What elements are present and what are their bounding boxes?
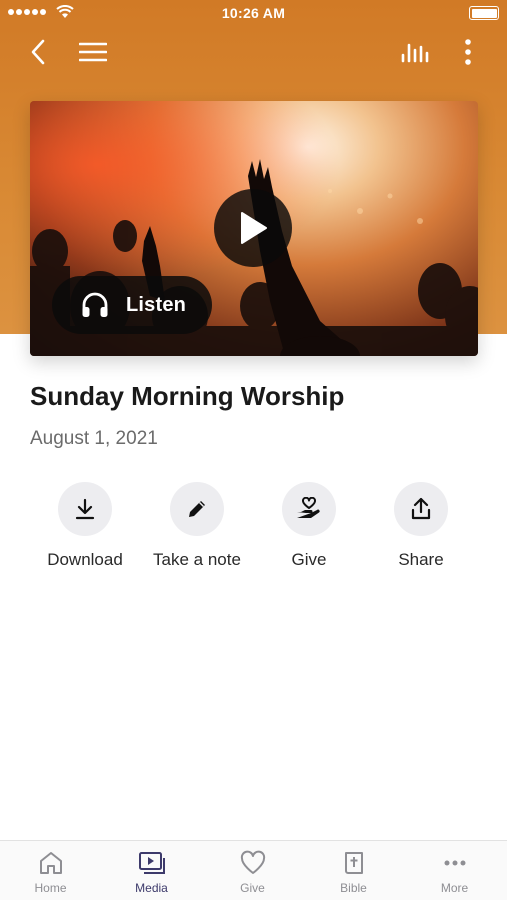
share-label: Share [398, 550, 444, 569]
tab-media[interactable]: Media [101, 841, 202, 900]
tab-home[interactable]: Home [0, 841, 101, 900]
tab-give-label: Give [240, 881, 265, 895]
menu-button[interactable] [76, 37, 110, 67]
listen-button[interactable]: Listen [52, 276, 212, 334]
give-label: Give [291, 550, 327, 569]
share-icon [411, 497, 431, 520]
give-button[interactable]: Give [249, 482, 369, 570]
back-button[interactable] [22, 36, 54, 68]
sermon-title: Sunday Morning Worship [30, 381, 345, 411]
chevron-left-icon [31, 39, 45, 65]
download-label: Download [47, 550, 123, 569]
more-options-button[interactable] [454, 36, 482, 68]
download-icon [75, 498, 95, 520]
status-time: 10:26 AM [221, 5, 286, 21]
tab-bar: Home Media Give Bible More [0, 840, 507, 900]
vertical-dots-icon [465, 39, 471, 65]
download-button[interactable]: Download [25, 482, 145, 570]
play-button[interactable] [214, 189, 292, 267]
tab-give[interactable]: Give [202, 841, 303, 900]
headphones-icon [82, 292, 108, 317]
tab-more-label: More [440, 881, 469, 895]
audio-button[interactable] [396, 37, 434, 67]
home-icon [39, 852, 62, 874]
hand-heart-icon [297, 497, 320, 518]
take-note-label: Take a note [153, 550, 241, 569]
hamburger-icon [79, 42, 107, 62]
status-bar: 10:26 AM [0, 0, 507, 28]
media-icon [138, 852, 165, 874]
battery-icon [469, 6, 499, 20]
tab-bible[interactable]: Bible [303, 841, 404, 900]
sermon-date: August 1, 2021 [30, 428, 158, 449]
tab-home-label: Home [34, 881, 67, 895]
pencil-icon [189, 501, 205, 517]
more-dots-icon [444, 860, 465, 866]
share-button[interactable]: Share [361, 482, 481, 570]
bible-icon [344, 852, 363, 874]
tab-media-label: Media [135, 881, 168, 895]
take-note-button[interactable]: Take a note [137, 482, 257, 570]
play-icon [241, 212, 267, 244]
tab-bible-label: Bible [340, 881, 367, 895]
heart-icon [240, 850, 265, 874]
tab-more[interactable]: More [404, 841, 505, 900]
listen-label: Listen [126, 293, 187, 316]
audio-bars-icon [401, 43, 429, 63]
